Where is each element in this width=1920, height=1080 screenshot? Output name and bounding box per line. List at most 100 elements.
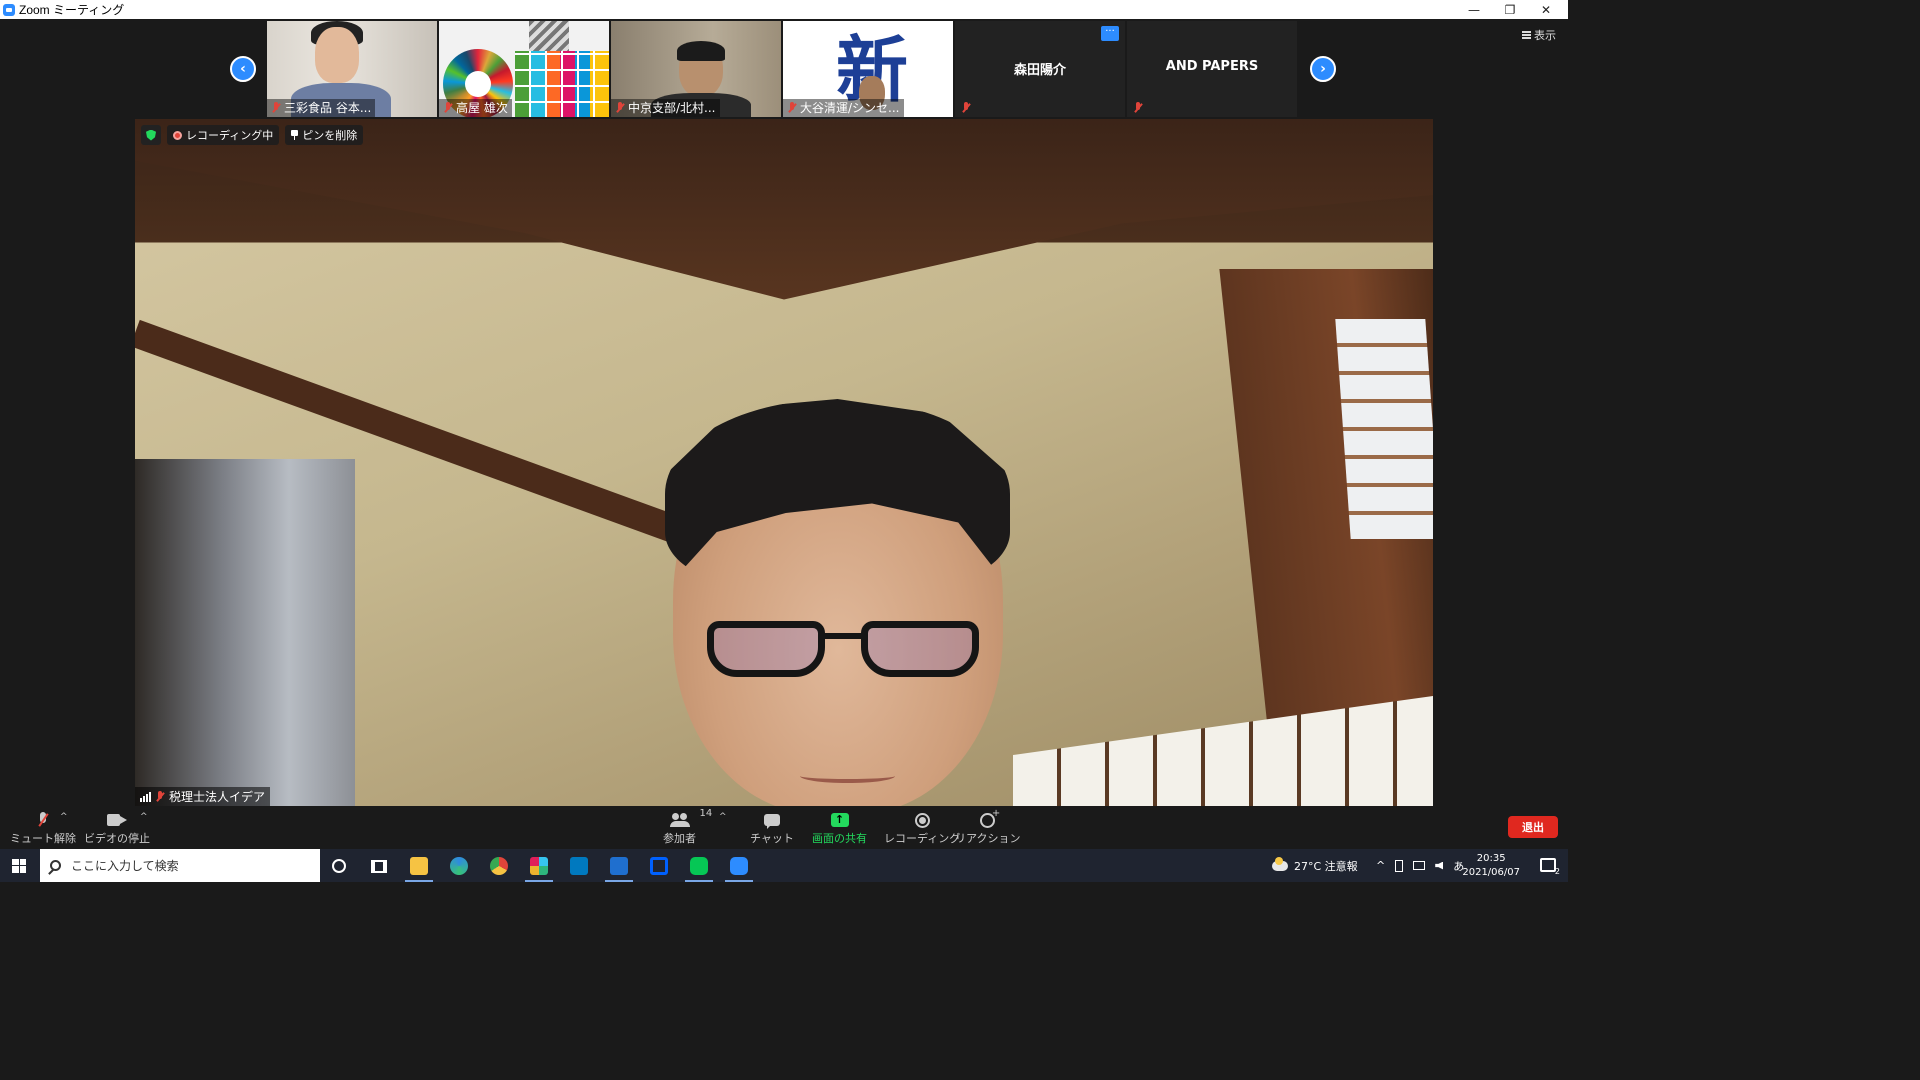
- network-icon[interactable]: [1413, 861, 1426, 870]
- gallery-next-button[interactable]: ›: [1310, 56, 1336, 82]
- participant-name-tag: 三彩食品 谷本...: [267, 99, 376, 117]
- mic-muted-icon: [443, 101, 453, 114]
- slack-icon: [530, 857, 548, 875]
- active-speaker-video[interactable]: レコーディング中 ピンを削除 税理士法人イデア: [135, 119, 1433, 806]
- participant-tile[interactable]: 高屋 雄次: [439, 21, 609, 117]
- line-taskbar-button[interactable]: [681, 852, 717, 882]
- view-button-label: 表示: [1534, 29, 1556, 42]
- glasses-bridge: [823, 633, 863, 639]
- battery-icon[interactable]: [1395, 859, 1404, 872]
- view-button[interactable]: 表示: [1522, 27, 1556, 43]
- participant-tile[interactable]: ··· 森田陽介: [955, 21, 1125, 117]
- clock-date: 2021/06/07: [1462, 867, 1520, 878]
- unpin-button[interactable]: ピンを削除: [285, 125, 364, 145]
- participant-name: 大谷清運/シンセ...: [800, 101, 900, 115]
- participants-count: 14: [699, 808, 713, 819]
- speaker-muted-icon[interactable]: [1435, 861, 1444, 870]
- audio-options-caret[interactable]: ^: [60, 812, 68, 822]
- record-icon: [914, 812, 930, 828]
- recording-label: レコーディング中: [186, 129, 274, 142]
- task-view-button[interactable]: [361, 852, 397, 880]
- mic-muted-icon: [155, 790, 165, 803]
- mic-muted-icon: [1133, 102, 1143, 114]
- speaker-glasses: [707, 621, 979, 679]
- record-button[interactable]: レコーディング: [884, 810, 960, 846]
- weather-icon: [1272, 856, 1288, 871]
- video-frame: [1335, 319, 1433, 539]
- video-frame: [529, 21, 569, 51]
- trello-taskbar-button[interactable]: [561, 852, 597, 880]
- chat-button[interactable]: チャット: [750, 810, 794, 846]
- stop-video-label: ビデオの停止: [84, 832, 150, 845]
- clock-time: 20:35: [1476, 853, 1506, 864]
- close-button[interactable]: ✕: [1528, 0, 1564, 19]
- window-title-bar: Zoom ミーティング — ❐ ✕: [0, 0, 1568, 19]
- taskbar-search-box[interactable]: ここに入力して検索: [40, 849, 320, 882]
- meeting-stage: 表示 ‹ 三彩食品 谷本... 高屋 雄次 中京支部/北村... 新 大谷清運/…: [0, 19, 1568, 806]
- gallery-prev-button[interactable]: ‹: [230, 56, 256, 82]
- shield-icon: [146, 129, 156, 141]
- more-options-button[interactable]: ···: [1101, 26, 1119, 41]
- leave-meeting-button[interactable]: 退出: [1508, 816, 1558, 838]
- notifications-icon[interactable]: 2: [1540, 858, 1560, 876]
- dropbox-icon: [650, 857, 668, 875]
- notification-count: 2: [1554, 867, 1560, 876]
- video-camera-icon: [107, 814, 127, 826]
- dreamweaver-taskbar-button[interactable]: [601, 852, 637, 882]
- minimize-button[interactable]: —: [1456, 0, 1492, 19]
- gallery-strip: 三彩食品 谷本... 高屋 雄次 中京支部/北村... 新清: [267, 21, 1297, 117]
- dropbox-taskbar-button[interactable]: [641, 852, 677, 880]
- slack-taskbar-button[interactable]: [521, 852, 557, 882]
- share-screen-button[interactable]: ↑ 画面の共有: [812, 810, 867, 846]
- zoom-taskbar-button[interactable]: [721, 852, 757, 882]
- glasses-lens: [861, 621, 979, 677]
- task-view-icon: [371, 859, 387, 873]
- unpin-label: ピンを削除: [302, 129, 358, 142]
- security-shield-button[interactable]: [141, 125, 161, 145]
- participant-name: AND PAPERS: [1165, 59, 1259, 74]
- video-frame: [677, 41, 725, 61]
- weather-widget[interactable]: 27°C 注意報: [1272, 849, 1358, 882]
- tray-overflow-chevron[interactable]: ^: [1376, 859, 1385, 872]
- recording-dot-icon: [173, 130, 182, 140]
- edge-taskbar-button[interactable]: [441, 852, 477, 880]
- sdgs-grid-image: [515, 51, 609, 117]
- participant-name: 三彩食品 谷本...: [284, 101, 372, 115]
- participants-button[interactable]: 14 参加者: [663, 808, 712, 846]
- speaker-name: 税理士法人イデア: [169, 790, 266, 804]
- start-button[interactable]: [0, 849, 38, 882]
- window-title: Zoom ミーティング: [19, 3, 125, 17]
- edge-icon: [450, 857, 468, 875]
- meeting-controls: ミュート解除 ^ ビデオの停止 ^ 14 参加者 ^ チャット ↑ 画面の共有 …: [0, 806, 1568, 849]
- video-options-caret[interactable]: ^: [140, 812, 148, 822]
- participant-tile[interactable]: 中京支部/北村...: [611, 21, 781, 117]
- speaker-name-tag: 税理士法人イデア: [135, 787, 271, 806]
- restore-button[interactable]: ❐: [1492, 0, 1528, 19]
- line-icon: [690, 857, 708, 875]
- chrome-taskbar-button[interactable]: [481, 852, 517, 880]
- file-explorer-taskbar-button[interactable]: [401, 852, 437, 882]
- chat-label: チャット: [750, 832, 794, 845]
- share-screen-icon: ↑: [830, 813, 849, 827]
- mic-muted-icon: [271, 101, 281, 114]
- video-frame: [135, 459, 355, 806]
- participant-tile[interactable]: AND PAPERS: [1127, 21, 1297, 117]
- reactions-button[interactable]: リアクション: [955, 808, 1020, 846]
- participant-name-tag: 高屋 雄次: [439, 99, 512, 117]
- recording-indicator[interactable]: レコーディング中: [167, 125, 280, 145]
- participant-name: 森田陽介: [1013, 63, 1066, 78]
- zoom-app-icon: [3, 3, 15, 16]
- view-grid-icon: [1522, 31, 1531, 39]
- participant-tile[interactable]: 三彩食品 谷本...: [267, 21, 437, 117]
- share-screen-label: 画面の共有: [812, 832, 867, 845]
- windows-logo-icon: [12, 858, 26, 873]
- zoom-icon: [730, 857, 748, 875]
- participants-options-caret[interactable]: ^: [719, 812, 727, 822]
- dreamweaver-icon: [610, 857, 628, 875]
- trello-icon: [570, 857, 588, 875]
- cortana-button[interactable]: [321, 852, 357, 880]
- chrome-icon: [490, 857, 508, 875]
- taskbar-clock[interactable]: 20:35 2021/06/07: [1462, 852, 1520, 880]
- participant-tile[interactable]: 新清 大谷清運/シンセ...: [783, 21, 953, 117]
- participant-name-tag: 大谷清運/シンセ...: [783, 99, 904, 117]
